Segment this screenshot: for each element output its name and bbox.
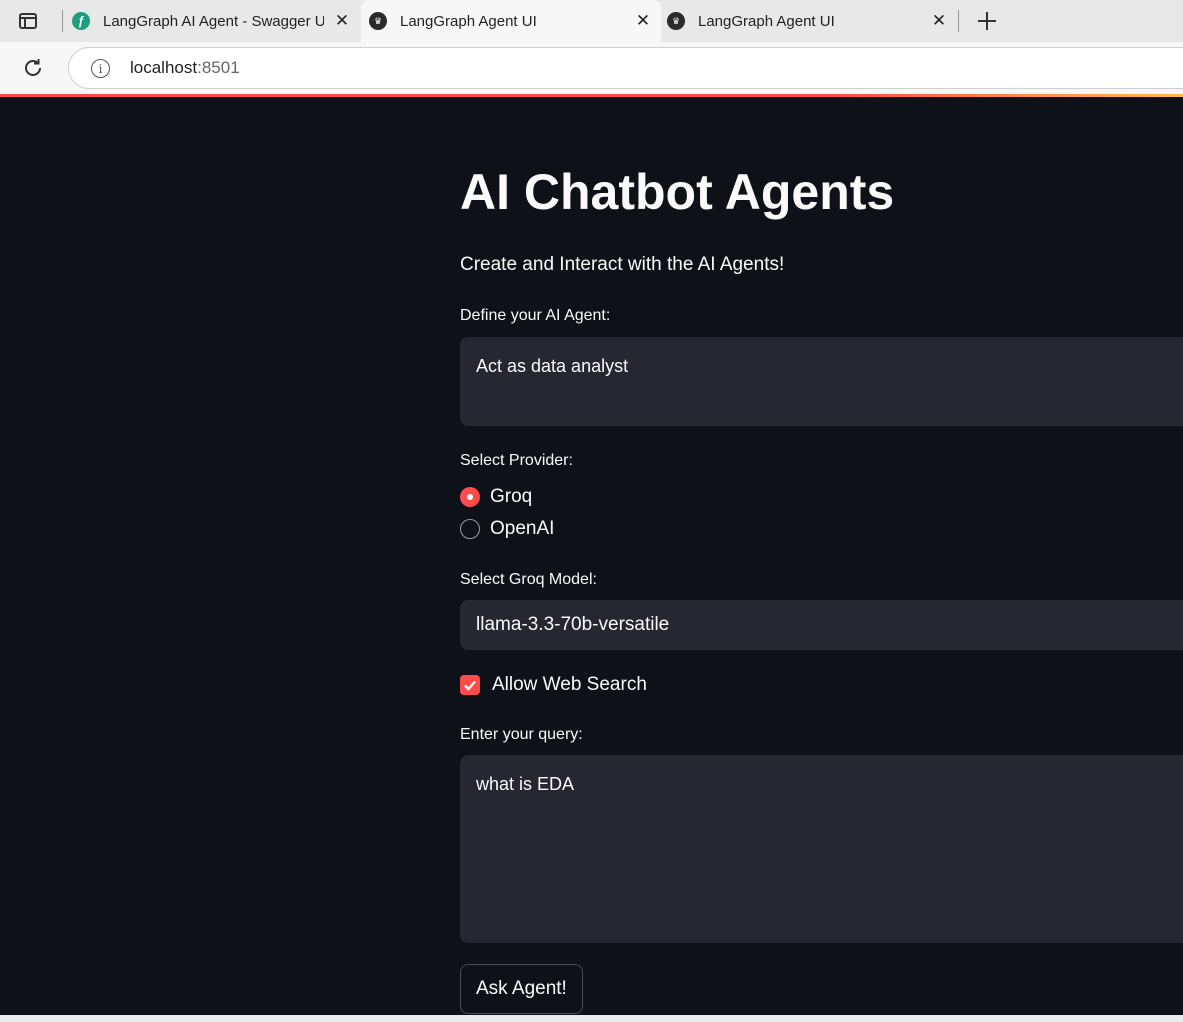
site-info-icon[interactable]: i bbox=[91, 59, 110, 78]
tab-title: LangGraph Agent UI bbox=[698, 12, 835, 30]
radio-label: Groq bbox=[490, 486, 533, 507]
browser-tab-strip: ƒ LangGraph AI Agent - Swagger UI ✕ ♛ La… bbox=[0, 0, 1183, 42]
app-container: AI Chatbot Agents Create and Interact wi… bbox=[0, 97, 1183, 1015]
url-host: localhost bbox=[130, 58, 198, 77]
page-title: AI Chatbot Agents bbox=[460, 164, 895, 220]
tab-sidebar-button[interactable] bbox=[10, 6, 46, 36]
agent-definition-textarea[interactable]: Act as data analyst bbox=[460, 337, 1183, 426]
tab-title: LangGraph AI Agent - Swagger UI bbox=[103, 12, 324, 30]
reload-icon bbox=[25, 59, 41, 76]
swagger-favicon-icon: ƒ bbox=[72, 12, 90, 30]
radio-label: OpenAI bbox=[490, 518, 555, 539]
tab-separator bbox=[958, 10, 959, 32]
provider-label: Select Provider: bbox=[460, 452, 573, 469]
radio-unselected-icon bbox=[460, 519, 480, 539]
url-port: :8501 bbox=[197, 58, 240, 77]
new-tab-button[interactable] bbox=[972, 6, 1002, 36]
tab-agent-ui-active[interactable]: ♛ LangGraph Agent UI ✕ bbox=[361, 0, 661, 42]
model-label: Select Groq Model: bbox=[460, 571, 597, 588]
model-select-value: llama-3.3-70b-versatile bbox=[476, 614, 670, 635]
web-search-checkbox[interactable]: Allow Web Search bbox=[460, 674, 647, 696]
streamlit-favicon-icon: ♛ bbox=[369, 12, 387, 30]
tab-title: LangGraph Agent UI bbox=[400, 12, 537, 30]
ask-agent-button[interactable]: Ask Agent! bbox=[460, 964, 583, 1014]
page-subtitle: Create and Interact with the AI Agents! bbox=[460, 254, 785, 275]
window-bottom-edge bbox=[0, 1015, 1183, 1022]
tab-swagger[interactable]: ƒ LangGraph AI Agent - Swagger UI ✕ bbox=[64, 0, 360, 42]
query-label: Enter your query: bbox=[460, 726, 583, 743]
reload-button[interactable] bbox=[19, 54, 47, 82]
plus-icon bbox=[978, 12, 996, 30]
tab-separator bbox=[62, 10, 63, 32]
address-bar[interactable]: i localhost:8501 bbox=[68, 47, 1183, 89]
close-tab-icon[interactable]: ✕ bbox=[633, 11, 653, 31]
model-select[interactable]: llama-3.3-70b-versatile bbox=[460, 600, 1183, 650]
browser-nav-bar: i localhost:8501 bbox=[0, 42, 1183, 94]
radio-openai[interactable]: OpenAI bbox=[460, 518, 554, 540]
agent-definition-label: Define your AI Agent: bbox=[460, 307, 611, 324]
close-tab-icon[interactable]: ✕ bbox=[929, 11, 949, 31]
url-text: localhost:8501 bbox=[130, 58, 240, 78]
checkmark-icon bbox=[460, 675, 480, 695]
radio-groq[interactable]: Groq bbox=[460, 486, 532, 508]
sidebar-toggle-icon bbox=[19, 13, 37, 29]
close-tab-icon[interactable]: ✕ bbox=[332, 11, 352, 31]
web-search-label: Allow Web Search bbox=[492, 674, 647, 695]
radio-selected-icon bbox=[460, 487, 480, 507]
query-textarea[interactable]: what is EDA bbox=[460, 755, 1183, 943]
streamlit-favicon-icon: ♛ bbox=[667, 12, 685, 30]
tab-agent-ui[interactable]: ♛ LangGraph Agent UI ✕ bbox=[661, 0, 957, 42]
